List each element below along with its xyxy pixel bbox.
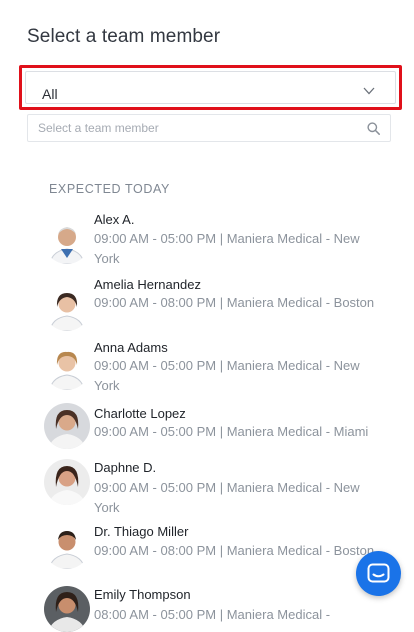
chat-button[interactable] (356, 551, 401, 596)
avatar (44, 218, 90, 264)
team-member-select[interactable]: All (19, 65, 402, 110)
member-name: Emily Thompson (94, 587, 191, 602)
avatar (44, 285, 90, 331)
member-name: Anna Adams (94, 340, 168, 355)
chevron-down-icon (363, 87, 375, 95)
search-input[interactable] (28, 115, 358, 141)
avatar (44, 403, 90, 449)
select-value: All (42, 86, 58, 102)
page-title: Select a team member (27, 26, 221, 47)
avatar (44, 586, 90, 632)
search-field[interactable] (27, 114, 391, 142)
member-name: Dr. Thiago Miller (94, 524, 189, 539)
member-name: Charlotte Lopez (94, 406, 186, 421)
member-name: Amelia Hernandez (94, 277, 201, 292)
member-detail: 09:00 AM - 08:00 PM | Maniera Medical - … (94, 543, 375, 558)
member-detail: 09:00 AM - 08:00 PM | Maniera Medical - … (94, 295, 375, 310)
select-box[interactable]: All (25, 71, 396, 104)
member-detail: 09:00 AM - 05:00 PM | Maniera Medical - … (94, 480, 360, 515)
member-detail: 08:00 AM - 05:00 PM | Maniera Medical - (94, 607, 331, 622)
member-detail: 09:00 AM - 05:00 PM | Maniera Medical - … (94, 424, 369, 439)
chat-icon (367, 563, 390, 583)
section-heading: EXPECTED TODAY (49, 182, 170, 196)
member-detail: 09:00 AM - 05:00 PM | Maniera Medical - … (94, 231, 360, 266)
member-name: Daphne D. (94, 460, 157, 475)
avatar (44, 344, 90, 390)
member-name: Alex A. (94, 212, 135, 227)
avatar (44, 523, 90, 569)
member-detail: 09:00 AM - 05:00 PM | Maniera Medical - … (94, 358, 360, 393)
search-icon[interactable] (367, 122, 380, 135)
avatar (44, 459, 90, 505)
